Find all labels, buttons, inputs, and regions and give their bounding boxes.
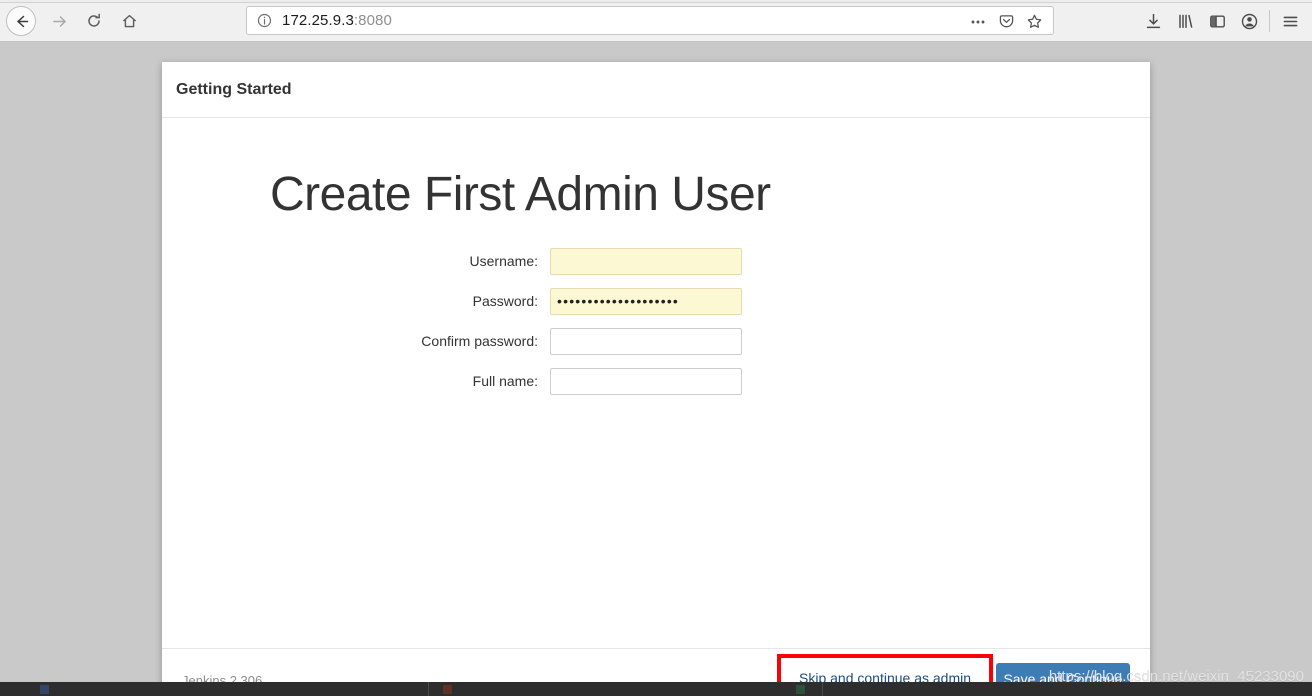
taskbar-item[interactable] — [796, 683, 809, 695]
taskbar-app-icon — [40, 684, 49, 694]
admin-user-form: Username: Password: Confirm password: Fu… — [162, 241, 1150, 401]
desktop-taskbar — [0, 682, 1312, 696]
download-icon[interactable] — [1137, 6, 1169, 36]
browser-toolbar: 172.25.9.3:8080 — [0, 0, 1312, 42]
card-header-title: Getting Started — [176, 80, 292, 98]
fullname-input[interactable] — [550, 367, 742, 395]
sidebar-icon[interactable] — [1201, 6, 1233, 36]
password-input[interactable] — [550, 287, 742, 315]
taskbar-item[interactable] — [40, 683, 53, 695]
confirm-password-label: Confirm password: — [421, 333, 538, 349]
taskbar-app-icon — [796, 684, 805, 694]
taskbar-divider — [428, 682, 429, 696]
form-row-password: Password: — [162, 281, 1150, 321]
back-button[interactable] — [6, 6, 36, 36]
fullname-label: Full name: — [472, 373, 538, 389]
card-body: Create First Admin User Username: Passwo… — [162, 119, 1150, 608]
confirm-password-input[interactable] — [550, 327, 742, 355]
username-label: Username: — [469, 253, 538, 269]
username-input[interactable] — [550, 247, 742, 275]
card-header: Getting Started — [162, 62, 1150, 118]
info-circle-icon[interactable] — [257, 13, 272, 28]
jenkins-version-label: Jenkins 2.306 — [182, 673, 263, 682]
skip-and-continue-link[interactable]: Skip and continue as admin — [799, 670, 971, 682]
ellipsis-icon[interactable] — [965, 9, 991, 34]
star-icon[interactable] — [1021, 9, 1047, 34]
password-label: Password: — [472, 293, 538, 309]
url-text: 172.25.9.3:8080 — [282, 12, 392, 29]
taskbar-divider — [822, 682, 823, 696]
home-button[interactable] — [114, 6, 144, 36]
getting-started-card: Getting Started Create First Admin User … — [162, 62, 1150, 682]
pocket-icon[interactable] — [993, 9, 1019, 34]
home-icon — [121, 13, 138, 30]
form-row-confirm-password: Confirm password: — [162, 321, 1150, 361]
card-footer: Jenkins 2.306 Skip and continue as admin… — [162, 648, 1150, 682]
page-title: Create First Admin User — [270, 168, 771, 221]
library-icon[interactable] — [1169, 6, 1201, 36]
form-row-fullname: Full name: — [162, 361, 1150, 401]
reload-button[interactable] — [79, 6, 109, 36]
account-icon[interactable] — [1233, 6, 1265, 36]
arrow-left-icon — [13, 13, 30, 30]
toolbar-divider — [1269, 10, 1270, 32]
arrow-right-icon — [51, 13, 68, 30]
url-host: 172.25.9.3 — [282, 12, 354, 29]
tab-strip-edge — [0, 0, 1312, 3]
taskbar-item[interactable] — [443, 683, 456, 695]
hamburger-menu-icon[interactable] — [1274, 6, 1306, 36]
forward-button[interactable] — [44, 6, 74, 36]
url-bar[interactable]: 172.25.9.3:8080 — [246, 6, 1054, 35]
page-viewport: Getting Started Create First Admin User … — [0, 42, 1312, 682]
watermark-text: https://blog.csdn.net/weixin_45233090 — [1048, 668, 1304, 682]
urlbar-actions — [965, 7, 1053, 36]
reload-icon — [86, 13, 102, 29]
form-row-username: Username: — [162, 241, 1150, 281]
browser-toolbar-right — [1137, 6, 1306, 36]
taskbar-app-icon — [443, 684, 452, 694]
url-port: :8080 — [353, 12, 392, 29]
skip-link-highlight-box: Skip and continue as admin — [777, 654, 993, 682]
